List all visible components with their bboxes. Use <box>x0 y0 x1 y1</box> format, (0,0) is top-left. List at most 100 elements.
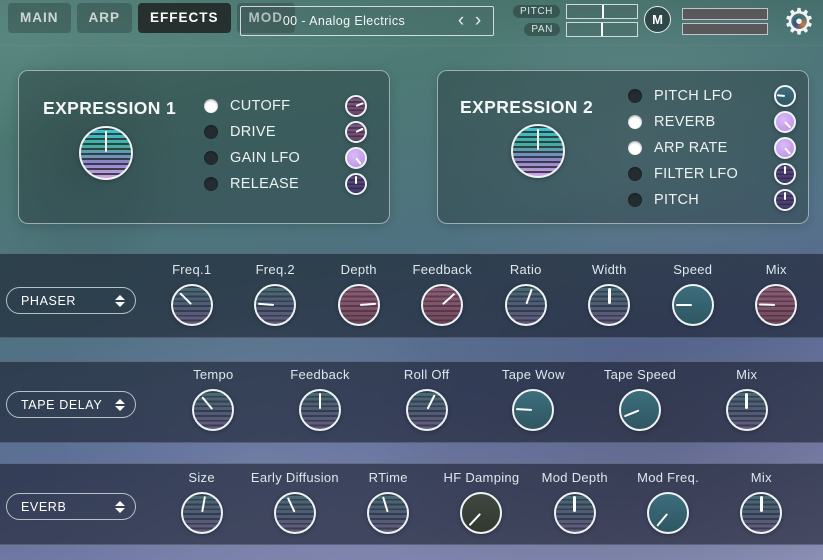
knob-everb-hf-damping[interactable] <box>460 492 502 534</box>
param-label: Mix <box>736 367 757 382</box>
knob-everb-mix[interactable] <box>740 492 782 534</box>
knob-tape-delay-mix[interactable] <box>726 389 768 431</box>
param-label: Mix <box>751 470 772 485</box>
target-radio-reverb[interactable] <box>628 115 642 129</box>
knob-tape-delay-feedback[interactable] <box>299 389 341 431</box>
fx-param: Mod Depth <box>528 470 621 534</box>
expression-1-knob[interactable] <box>79 126 133 180</box>
knob-tape-delay-roll-off[interactable] <box>406 389 448 431</box>
param-label: Mix <box>766 262 787 277</box>
knob-tape-delay-tempo[interactable] <box>192 389 234 431</box>
expression-target-row: REVERB <box>628 110 796 134</box>
settings-button[interactable]: ⚙ <box>779 1 819 43</box>
knob-phaser-speed[interactable] <box>672 284 714 326</box>
param-label: Roll Off <box>404 367 450 382</box>
selector-arrows-icon <box>115 399 125 411</box>
tab-main[interactable]: MAIN <box>8 3 71 33</box>
knob-phaser-depth[interactable] <box>338 284 380 326</box>
knob-pointer <box>180 491 224 535</box>
pitch-slider[interactable] <box>566 4 638 19</box>
tape-delay-row: TAPE DELAY TempoFeedbackRoll OffTape Wow… <box>0 361 823 443</box>
target-radio-cutoff[interactable] <box>204 99 218 113</box>
target-knob-reverb[interactable] <box>774 111 796 133</box>
target-radio-arp-rate[interactable] <box>628 141 642 155</box>
knob-everb-early-diffusion[interactable] <box>274 492 316 534</box>
everb-row: EVERB Size Early Diffusion RTime HF Damping… <box>0 463 823 545</box>
expression-target-row: ARP RATE <box>628 136 796 160</box>
preset-selector[interactable]: 00 - Analog Electrics ‹ › <box>240 6 494 36</box>
fx-param: Mix <box>715 470 808 534</box>
knob-pointer <box>343 145 368 170</box>
target-radio-pitch[interactable] <box>628 193 642 207</box>
knob-phaser-freq-1[interactable] <box>171 284 213 326</box>
target-knob-cutoff[interactable] <box>345 95 367 117</box>
param-label: Early Diffusion <box>251 470 339 485</box>
target-radio-filter-lfo[interactable] <box>628 167 642 181</box>
expression-target-row: GAIN LFO <box>204 146 367 170</box>
preset-prev-icon[interactable]: ‹ <box>455 8 467 34</box>
param-label: Size <box>188 470 215 485</box>
target-knob-drive[interactable] <box>345 121 367 143</box>
pitch-slider-handle[interactable] <box>602 5 604 18</box>
target-knob-gain-lfo[interactable] <box>345 147 367 169</box>
target-knob-pitch[interactable] <box>774 189 796 211</box>
expression-2-title: EXPRESSION 2 <box>460 97 593 118</box>
knob-everb-size[interactable] <box>181 492 223 534</box>
knob-pointer <box>742 494 780 532</box>
target-radio-pitch-lfo[interactable] <box>628 89 642 103</box>
pitch-label: PITCH <box>513 5 560 18</box>
knob-phaser-feedback[interactable] <box>421 284 463 326</box>
fx-selector-label: PHASER <box>21 294 115 308</box>
fx-selector-phaser[interactable]: PHASER <box>6 287 136 314</box>
fx-param: Size <box>155 470 248 534</box>
tab-arp[interactable]: ARP <box>77 3 133 33</box>
param-label: RTime <box>369 470 408 485</box>
fx-selector-label: EVERB <box>21 500 115 514</box>
knob-everb-mod-freq[interactable] <box>647 492 689 534</box>
target-knob-filter-lfo[interactable] <box>774 163 796 185</box>
expression-target-row: RELEASE <box>204 172 367 196</box>
pan-slider-handle[interactable] <box>601 23 603 36</box>
fx-selector-everb[interactable]: EVERB <box>6 493 136 520</box>
target-radio-gain-lfo[interactable] <box>204 151 218 165</box>
knob-pointer <box>728 391 766 429</box>
knob-phaser-mix[interactable] <box>755 284 797 326</box>
knob-tape-delay-tape-speed[interactable] <box>619 389 661 431</box>
knob-pointer <box>772 135 797 160</box>
target-knob-arp-rate[interactable] <box>774 137 796 159</box>
target-knob-pitch-lfo[interactable] <box>774 85 796 107</box>
midi-button[interactable]: M <box>644 6 671 33</box>
expression-2-knob[interactable] <box>511 124 565 178</box>
param-label: Mod Depth <box>542 470 608 485</box>
pan-slider[interactable] <box>566 22 638 37</box>
knob-pointer <box>513 390 553 430</box>
target-radio-drive[interactable] <box>204 125 218 139</box>
target-knob-release[interactable] <box>345 173 367 195</box>
param-label: HF Damping <box>444 470 520 485</box>
knob-everb-mod-depth[interactable] <box>554 492 596 534</box>
fx-selector-tape-delay[interactable]: TAPE DELAY <box>6 391 136 418</box>
fx-param: Mix <box>693 367 800 431</box>
plugin-window: MAINARPEFFECTSMOD 00 - Analog Electrics … <box>0 0 823 560</box>
pan-label: PAN <box>524 23 560 36</box>
param-label: Tape Speed <box>604 367 676 382</box>
knob-phaser-width[interactable] <box>588 284 630 326</box>
knob-phaser-freq-2[interactable] <box>254 284 296 326</box>
preset-name: 00 - Analog Electrics <box>241 7 447 35</box>
fx-param: Ratio <box>484 262 568 326</box>
knob-everb-rtime[interactable] <box>367 492 409 534</box>
target-label: PITCH <box>654 192 774 208</box>
target-radio-release[interactable] <box>204 177 218 191</box>
tab-effects[interactable]: EFFECTS <box>138 3 231 33</box>
param-label: Feedback <box>413 262 473 277</box>
target-label: RELEASE <box>230 176 345 192</box>
fx-selector-label: TAPE DELAY <box>21 398 115 412</box>
knob-pointer <box>501 281 550 330</box>
phaser-params: Freq.1Freq.2DepthFeedbackRatioWidthSpeed… <box>150 262 818 326</box>
param-label: Ratio <box>510 262 542 277</box>
tape-delay-params: TempoFeedbackRoll OffTape WowTape SpeedM… <box>160 367 800 431</box>
preset-next-icon[interactable]: › <box>472 8 484 34</box>
knob-phaser-ratio[interactable] <box>505 284 547 326</box>
fx-param: HF Damping <box>435 470 528 534</box>
knob-tape-delay-tape-wow[interactable] <box>512 389 554 431</box>
